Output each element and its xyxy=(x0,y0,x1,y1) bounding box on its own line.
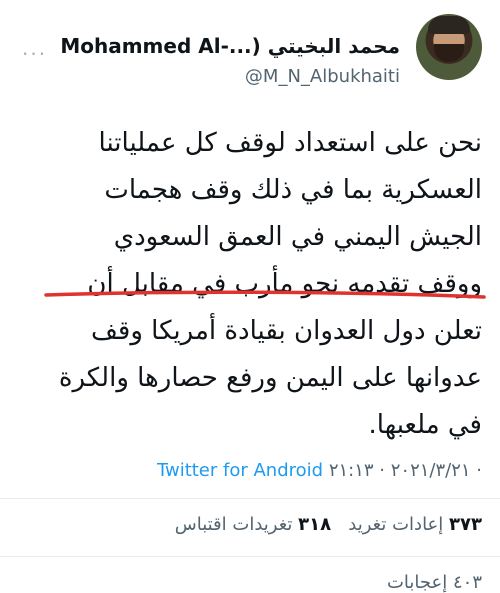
divider xyxy=(0,556,500,557)
likes-stat-partial[interactable]: ٤٠٣ إعجابات xyxy=(387,572,482,593)
tweet-line: في ملعبها. xyxy=(368,410,482,440)
retweets-label: إعادات تغريد xyxy=(348,514,444,535)
quotes-label: تغريدات اقتباس xyxy=(174,514,293,535)
avatar-cap-shape xyxy=(428,16,470,34)
tweet-line: الجيش اليمني في العمق السعودي xyxy=(113,222,482,252)
user-handle[interactable]: @M_N_Albukhaiti xyxy=(245,66,400,87)
display-name[interactable]: Mohammed Al-...) محمد البخيتي xyxy=(60,34,400,58)
retweets-stat[interactable]: ٣٧٣ إعادات تغريد xyxy=(348,514,482,535)
quotes-count: ٣١٨ xyxy=(298,514,332,535)
tweet-source-link[interactable]: Twitter for Android xyxy=(157,460,323,481)
tweet-header: Mohammed Al-...) محمد البخيتي @M_N_Albuk… xyxy=(0,14,500,100)
tweet-line: نحن على استعداد لوقف كل عملياتنا xyxy=(98,128,482,158)
quotes-stat[interactable]: ٣١٨ تغريدات اقتباس xyxy=(175,514,331,535)
tweet-stats: ٣٧٣ إعادات تغريد ٣١٨ تغريدات اقتباس xyxy=(175,514,482,535)
tweet-meta: Twitter for Android ٢٠٢١/٣/٢١ · ٢١:١٣ · xyxy=(157,460,482,481)
tweet-timestamp[interactable]: ٢٠٢١/٣/٢١ · ٢١:١٣ · xyxy=(329,460,482,481)
avatar[interactable] xyxy=(416,14,482,80)
red-underline-annotation xyxy=(44,290,486,299)
avatar-beard-shape xyxy=(434,44,464,62)
tweet-line: عدوانها على اليمن ورفع حصارها والكرة xyxy=(58,363,482,393)
more-options-icon[interactable]: ... xyxy=(22,36,47,60)
retweets-count: ٣٧٣ xyxy=(449,514,482,535)
divider xyxy=(0,498,500,499)
tweet-line: تعلن دول العدوان بقيادة أمريكا وقف xyxy=(90,316,482,346)
display-name-row[interactable]: Mohammed Al-...) محمد البخيتي xyxy=(60,34,400,58)
tweet-line: العسكرية بما في ذلك وقف هجمات xyxy=(104,175,482,205)
